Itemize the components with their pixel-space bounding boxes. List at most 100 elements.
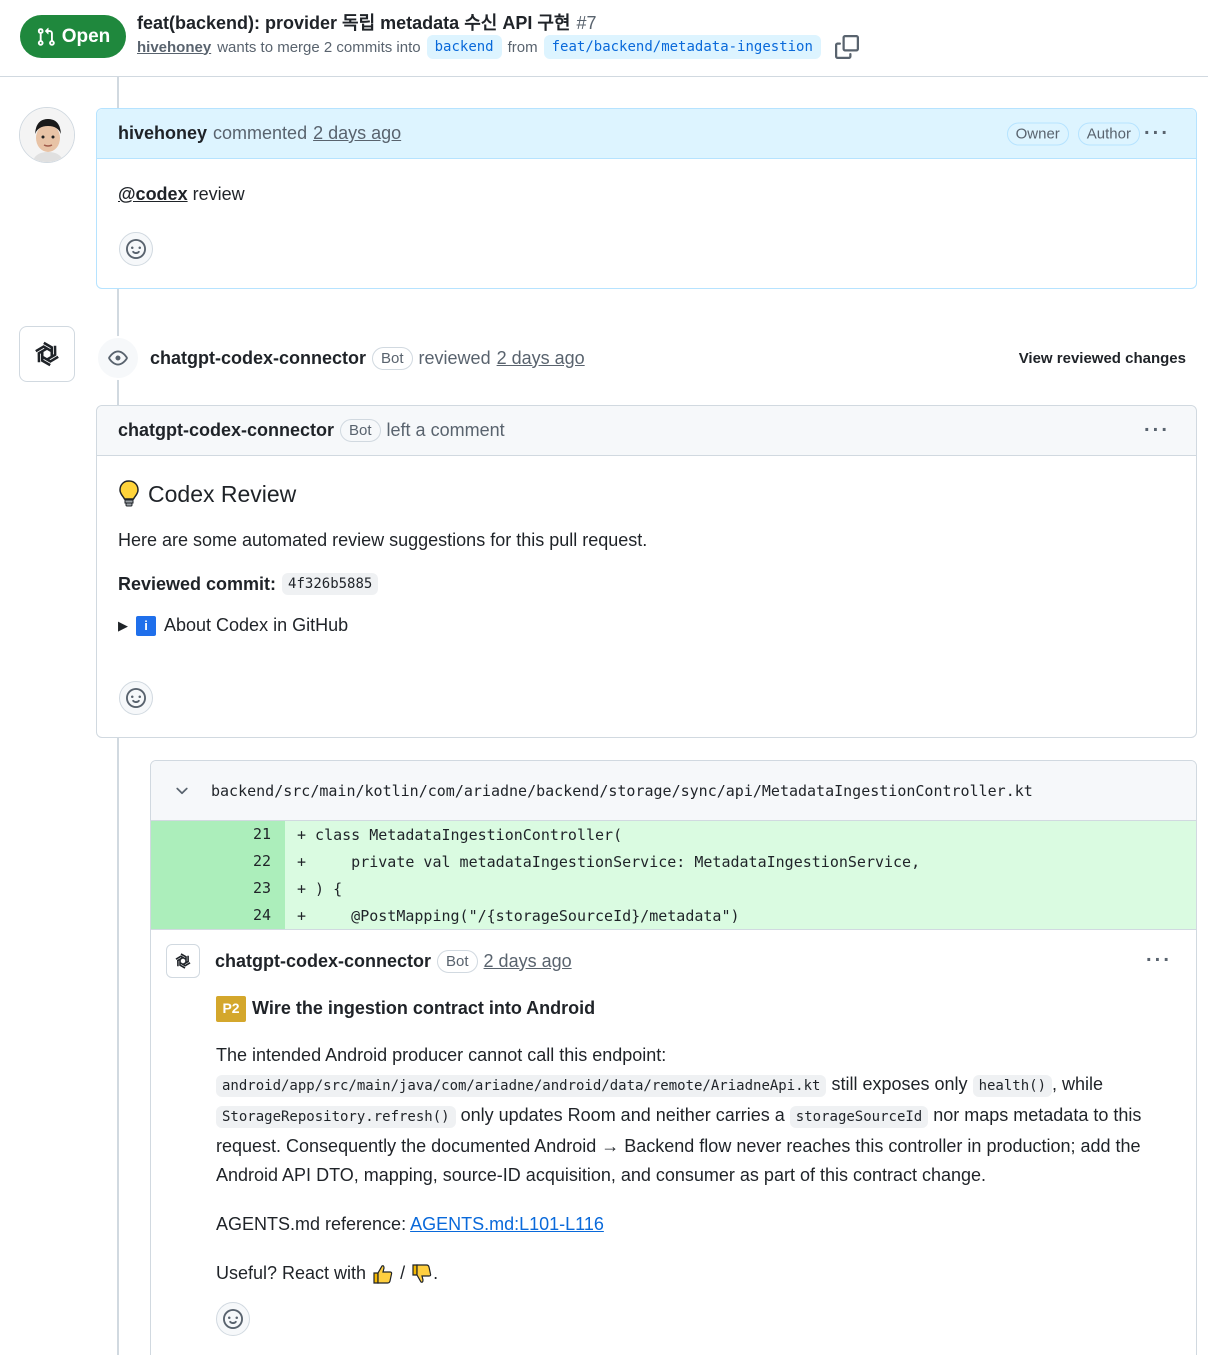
diff-thread: backend/src/main/kotlin/com/ariadne/back… (150, 760, 1197, 1355)
reference-link[interactable]: AGENTS.md:L101-L116 (410, 1214, 604, 1234)
diff-line: 22 + private val metadataIngestionService… (151, 848, 1196, 875)
kebab-menu-icon[interactable]: ··· (1144, 419, 1170, 442)
comment-action: commented (213, 123, 308, 143)
pr-meta-text: wants to merge 2 commits into (217, 38, 421, 56)
kebab-menu-icon[interactable]: ··· (1144, 122, 1170, 145)
bot-badge: Bot (340, 419, 381, 442)
line-number[interactable]: 21 (151, 821, 285, 848)
comment-text: review (192, 184, 245, 204)
inline-review-comment: chatgpt-codex-connector Bot 2 days ago ·… (151, 929, 1196, 1336)
useful-prompt: Useful? React with / . (216, 1259, 1158, 1288)
useful-separator: / (400, 1263, 406, 1283)
comment-header: hivehoney commented 2 days ago Owner Aut… (97, 109, 1196, 159)
inline-comment-header: chatgpt-codex-connector Bot 2 days ago ·… (151, 930, 1196, 992)
review-time[interactable]: 2 days ago (497, 348, 585, 369)
line-code: + class MetadataIngestionController( (297, 825, 623, 844)
copy-icon[interactable] (834, 35, 859, 59)
line-number[interactable]: 23 (151, 875, 285, 902)
mention-link[interactable]: @codex (118, 184, 188, 204)
info-icon: i (136, 615, 156, 636)
timeline-line (117, 737, 119, 1355)
view-reviewed-changes-button[interactable]: View reviewed changes (1019, 350, 1186, 367)
inline-code: health() (972, 1075, 1052, 1097)
pr-header: Open feat(backend): provider 독립 metadata… (0, 0, 1208, 77)
diff-line: 23 + ) { (151, 875, 1196, 902)
comment-action: left a comment (386, 420, 505, 440)
smiley-icon (126, 688, 146, 708)
disclosure-triangle-icon: ▶ (118, 617, 128, 633)
suggestion-text: The intended Android producer cannot cal… (216, 1041, 1158, 1190)
git-pull-request-icon (37, 27, 55, 46)
comment-time[interactable]: 2 days ago (484, 951, 572, 972)
pr-state-label: Open (61, 25, 111, 47)
comment-author[interactable]: chatgpt-codex-connector (118, 420, 334, 441)
avatar[interactable] (19, 107, 75, 163)
diff-file-path[interactable]: backend/src/main/kotlin/com/ariadne/back… (211, 782, 1033, 800)
chevron-down-icon[interactable] (173, 782, 191, 800)
inline-code: StorageRepository.refresh() (216, 1106, 456, 1128)
timeline-line (117, 77, 119, 109)
line-code: + ) { (297, 879, 343, 898)
commit-hash[interactable]: 4f326b5885 (282, 573, 379, 595)
useful-text: Useful? React with (216, 1263, 367, 1283)
line-number[interactable]: 24 (151, 902, 285, 929)
suggestion-text-part: only updates Room and neither carries a (460, 1105, 785, 1125)
comment-body: Codex Review Here are some automated rev… (97, 480, 1196, 636)
bot-badge: Bot (437, 949, 478, 973)
head-branch[interactable]: feat/backend/metadata-ingestion (543, 35, 821, 59)
user-avatar-image (20, 108, 74, 162)
inline-code: android/app/src/main/java/com/ariadne/an… (216, 1075, 827, 1097)
useful-period: . (433, 1263, 439, 1283)
review-action: reviewed (418, 347, 491, 368)
add-reaction-button[interactable] (119, 232, 153, 266)
reviewed-commit-row: Reviewed commit: 4f326b5885 (118, 573, 1175, 595)
thumbs-down-icon (412, 1263, 432, 1283)
line-number[interactable]: 22 (151, 848, 285, 875)
comment-time[interactable]: 2 days ago (313, 123, 401, 144)
add-reaction-button[interactable] (119, 681, 153, 715)
suggestion-title-text: Wire the ingestion contract into Android (252, 998, 596, 1018)
inline-code: storageSourceId (789, 1106, 929, 1128)
line-code: + @PostMapping("/{storageSourceId}/metad… (297, 906, 740, 925)
about-codex-label: About Codex in GitHub (164, 615, 349, 635)
intro-text: Here are some automated review suggestio… (118, 530, 648, 550)
reviewer-name[interactable]: chatgpt-codex-connector (150, 348, 366, 369)
diff-line: 21 + class MetadataIngestionController( (151, 821, 1196, 848)
openai-logo-icon (175, 953, 191, 969)
suggestion-text-part: , while (1052, 1074, 1104, 1094)
from-text: from (507, 38, 538, 56)
about-codex-details[interactable]: ▶ i About Codex in GitHub (118, 615, 1175, 636)
add-reaction-button[interactable] (216, 1302, 250, 1336)
openai-logo-icon (35, 341, 59, 367)
pr-title-text: feat(backend): provider 독립 metadata 수신 A… (137, 13, 571, 33)
base-branch[interactable]: backend (426, 35, 502, 59)
review-event-badge (96, 336, 140, 380)
pr-meta: hivehoney wants to merge 2 commits into … (137, 35, 859, 59)
eye-icon (108, 350, 128, 366)
author-badge: Author (1077, 122, 1140, 145)
smiley-icon (223, 1309, 243, 1329)
reviewed-commit-label: Reviewed commit: (118, 573, 277, 594)
comment-header: chatgpt-codex-connector Bot left a comme… (97, 406, 1196, 456)
diff-file-header: backend/src/main/kotlin/com/ariadne/back… (151, 761, 1196, 821)
codex-review-title: Codex Review (148, 480, 297, 507)
pr-author-link[interactable]: hivehoney (137, 39, 211, 56)
kebab-menu-icon[interactable]: ··· (1146, 950, 1172, 973)
comment-box: hivehoney commented 2 days ago Owner Aut… (96, 108, 1197, 289)
reference-label: AGENTS.md reference: (216, 1214, 407, 1234)
pr-title: feat(backend): provider 독립 metadata 수신 A… (137, 9, 596, 35)
diff-line: 24 + @PostMapping("/{storageSourceId}/met… (151, 902, 1196, 929)
bot-avatar[interactable] (166, 944, 200, 978)
line-code: + private val metadataIngestionService: … (297, 852, 921, 871)
suggestion-text-part: The intended Android producer cannot cal… (216, 1045, 667, 1065)
codex-review-heading: Codex Review (118, 480, 1175, 508)
inline-comment-body: P2 Wire the ingestion contract into Andr… (151, 994, 1196, 1336)
comment-author[interactable]: chatgpt-codex-connector (215, 951, 431, 972)
bot-badge: Bot (372, 346, 413, 370)
bot-avatar[interactable] (19, 326, 75, 382)
comment-author[interactable]: hivehoney (118, 123, 207, 144)
suggestion-text-part: still exposes only (831, 1074, 968, 1094)
priority-badge: P2 (216, 995, 246, 1022)
thumbs-up-icon (373, 1264, 393, 1284)
smiley-icon (126, 239, 146, 259)
